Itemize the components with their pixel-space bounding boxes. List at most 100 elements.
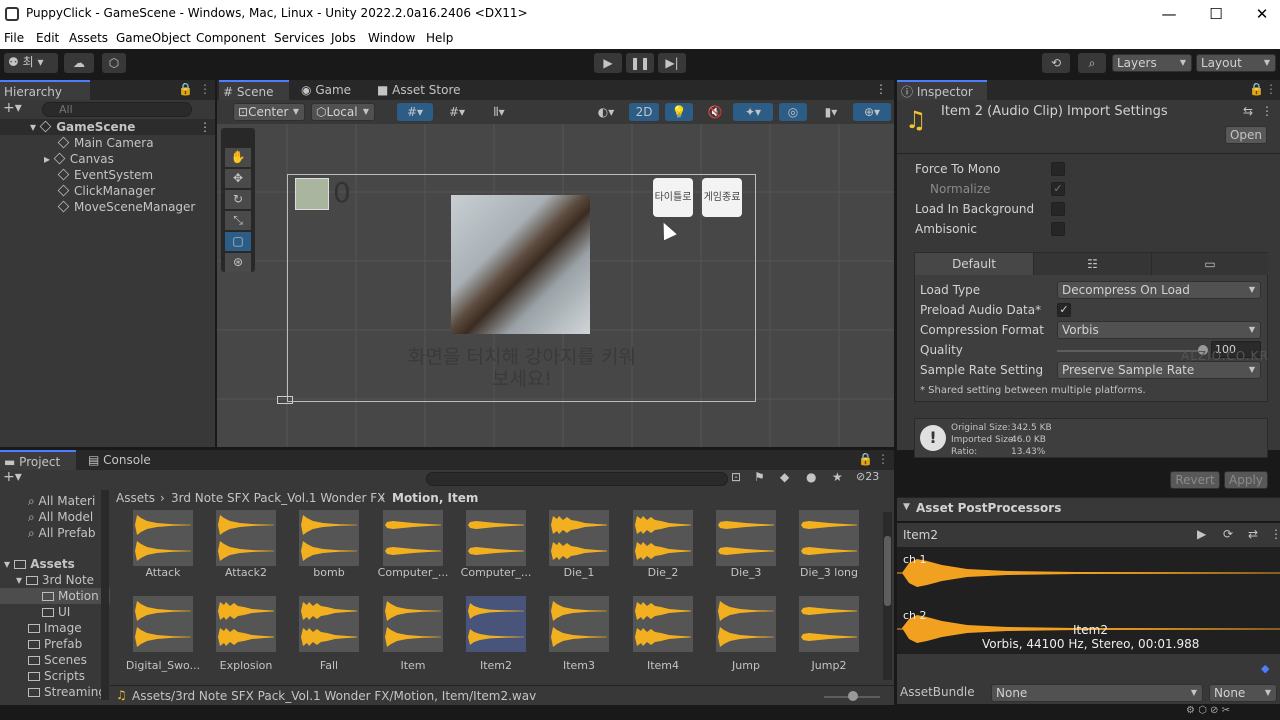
anchor-handle[interactable] (277, 396, 293, 404)
step-button[interactable]: ▶| (658, 53, 686, 73)
play-button[interactable]: ▶ (594, 53, 622, 73)
hierarchy-search-input[interactable] (42, 102, 192, 117)
add-icon[interactable]: +▾ (3, 100, 22, 116)
asset-tile[interactable] (799, 596, 859, 652)
pause-button[interactable]: ❚❚ (626, 53, 654, 73)
tag-icon[interactable]: ◆ (1261, 662, 1269, 675)
tree-item-clickmanager[interactable]: ClickManager (57, 184, 155, 198)
assetbundle-dropdown[interactable]: None (991, 684, 1203, 702)
asset-tile[interactable] (216, 596, 276, 652)
apply-button[interactable]: Apply (1224, 471, 1268, 489)
folder-3rd-note[interactable]: ▾ 3rd Note (16, 573, 94, 587)
asset-tile[interactable] (549, 510, 609, 566)
assetbundle-variant-dropdown[interactable]: None (1209, 684, 1277, 702)
asset-tile[interactable] (216, 510, 276, 566)
grid-icon[interactable]: #▾ (439, 103, 475, 121)
assets-root[interactable]: ▾ Assets (4, 557, 75, 571)
load-type-dropdown[interactable]: Decompress On Load (1057, 281, 1261, 299)
preview-play-icon[interactable]: ▶ (1197, 527, 1206, 541)
search-icon[interactable]: ⌕ (1078, 53, 1106, 73)
scale-tool-icon[interactable]: ⤡ (225, 211, 251, 230)
search-by-type-icon[interactable]: ⊡ (731, 470, 741, 484)
scene-kebab-icon[interactable]: ⋮ (875, 82, 887, 96)
folder-streaming[interactable]: Streaming (28, 685, 106, 699)
tab-scene[interactable]: # Scene (219, 80, 289, 100)
asset-tile[interactable] (633, 510, 693, 566)
tab-console[interactable]: ▤ Console (84, 450, 164, 470)
puppy-image[interactable] (451, 195, 590, 334)
move-tool-icon[interactable]: ✥ (225, 169, 251, 188)
kebab-icon[interactable]: ⋮ (877, 452, 889, 466)
menu-help[interactable]: Help (426, 31, 453, 45)
transform-tool-icon[interactable]: ⊛ (225, 253, 251, 272)
collab-icon[interactable]: ⬡ (102, 53, 126, 73)
hidden-count[interactable]: ⊘23 (856, 470, 879, 483)
open-button[interactable]: Open (1225, 126, 1267, 144)
lighting-icon[interactable]: 💡 (665, 103, 693, 121)
pivot-dropdown[interactable]: ⊡Center (233, 103, 305, 121)
breadcrumb-assets[interactable]: Assets (116, 491, 155, 505)
hand-tool-icon[interactable]: ✋ (225, 148, 251, 167)
tree-item-main-camera[interactable]: Main Camera (57, 136, 154, 150)
kebab-icon[interactable]: ⋮ (1265, 82, 1277, 96)
warning-icon[interactable]: ● (806, 470, 816, 484)
layers-dropdown[interactable]: Layers (1112, 54, 1192, 72)
rotate-tool-icon[interactable]: ↻ (225, 190, 251, 209)
folder-motion[interactable]: Motion (42, 589, 99, 603)
visibility-icon[interactable]: ◎ (779, 103, 807, 121)
folder-scenes[interactable]: Scenes (28, 653, 87, 667)
favorite-all-prefabs[interactable]: ⌕ All Prefab (28, 526, 96, 541)
scene-root[interactable]: ▾ GameScene (30, 120, 135, 134)
lock-icon[interactable]: 🔒 (858, 452, 873, 466)
folder-prefab[interactable]: Prefab (28, 637, 82, 651)
compression-format-dropdown[interactable]: Vorbis (1057, 321, 1261, 339)
breadcrumb-sfx-pack[interactable]: 3rd Note SFX Pack_Vol.1 Wonder FX (171, 491, 385, 505)
folder-ui[interactable]: UI (42, 605, 70, 619)
menu-gameobject[interactable]: GameObject (116, 31, 191, 45)
asset-tile[interactable] (299, 510, 359, 566)
kebab-icon[interactable]: ⋮ (199, 82, 211, 96)
autoplay-icon[interactable]: ⟳ (1223, 527, 1233, 541)
camera-icon[interactable]: ▮▾ (813, 103, 849, 121)
tree-item-canvas[interactable]: ▸ Canvas (44, 152, 114, 166)
lock-icon[interactable]: 🔒 (1249, 82, 1264, 96)
2d-toggle-button[interactable]: 2D (629, 103, 659, 121)
layout-dropdown[interactable]: Layout (1196, 54, 1276, 72)
maximize-button[interactable]: ☐ (1193, 0, 1239, 28)
asset-tile[interactable] (383, 510, 443, 566)
folder-scripts[interactable]: Scripts (28, 669, 85, 683)
puppy-thumbnail-image[interactable] (295, 178, 329, 210)
postprocessors-section[interactable]: ▼ Asset PostProcessors (897, 497, 1280, 521)
force-to-mono-checkbox[interactable] (1051, 162, 1065, 176)
quit-button[interactable]: 게임종료 (702, 178, 742, 217)
preview-kebab-icon[interactable]: ⋮ (1270, 527, 1280, 541)
label-icon[interactable]: ◆ (780, 470, 789, 484)
asset-tile[interactable] (299, 596, 359, 652)
tab-hierarchy[interactable]: Hierarchy (0, 80, 90, 100)
asset-tile[interactable] (716, 596, 776, 652)
favorite-all-models[interactable]: ⌕ All Model (28, 510, 93, 525)
project-search-input[interactable] (426, 472, 728, 486)
menu-window[interactable]: Window (368, 31, 415, 45)
grid-scrollbar-thumb[interactable] (884, 536, 891, 606)
more-icon[interactable]: ⋮ (1261, 104, 1273, 118)
tree-item-movescenemanager[interactable]: MoveSceneManager (57, 200, 195, 214)
asset-tile[interactable] (383, 596, 443, 652)
history-icon[interactable]: ⟲ (1042, 53, 1070, 73)
account-dropdown[interactable]: ⚉ 최 ▾ (4, 53, 58, 73)
draw-mode-icon[interactable]: ◐▾ (589, 103, 623, 121)
lock-icon[interactable]: 🔒 (178, 82, 193, 96)
ambisonic-checkbox[interactable] (1051, 222, 1065, 236)
favorite-icon[interactable]: ★ (832, 470, 843, 484)
close-button[interactable]: ✕ (1239, 0, 1280, 28)
asset-tile[interactable] (549, 596, 609, 652)
menu-component[interactable]: Component (196, 31, 266, 45)
menu-jobs[interactable]: Jobs (331, 31, 356, 45)
folder-image[interactable]: Image (28, 621, 82, 635)
status-icons[interactable]: ⚙ ⬡ ⊘ ✂ (1186, 705, 1230, 716)
tab-desktop-icon[interactable]: ▭ (1151, 253, 1268, 275)
tab-inspector[interactable]: ⓘ Inspector (897, 80, 987, 100)
asset-tile[interactable] (133, 510, 193, 566)
title-button[interactable]: 타이틀로 (653, 178, 693, 217)
tab-asset-store[interactable]: ■ Asset Store (373, 80, 473, 100)
